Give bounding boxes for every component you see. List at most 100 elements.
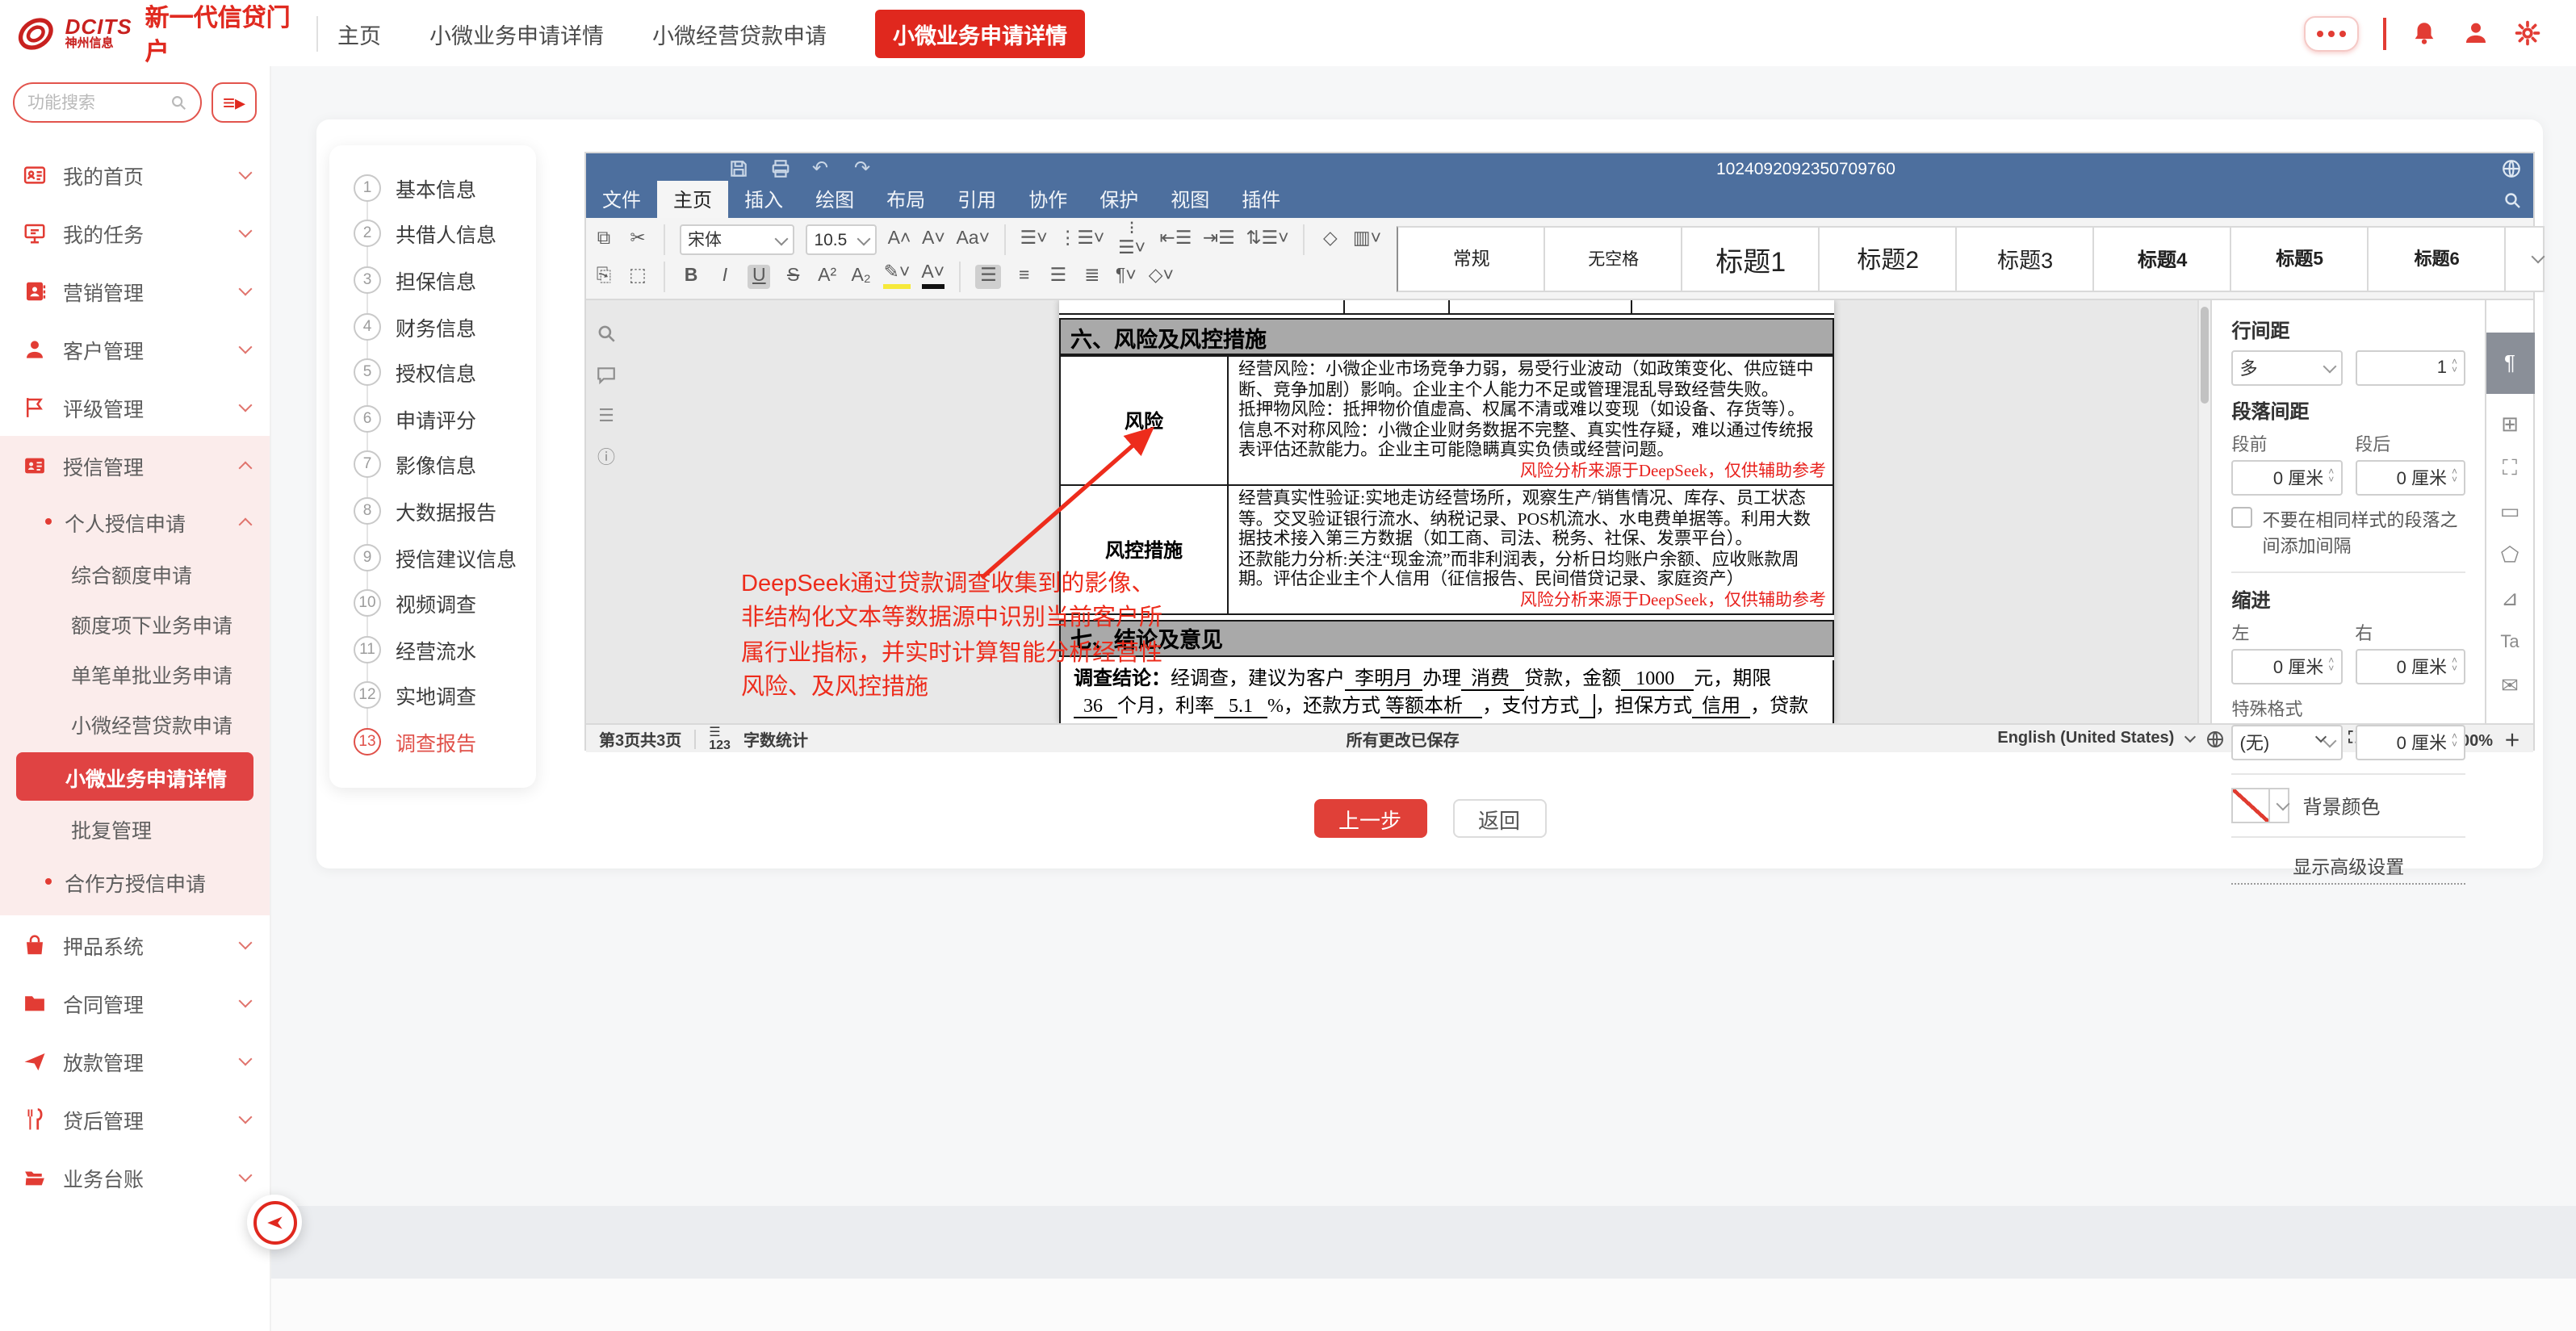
- sidebar-item-my-tasks[interactable]: 我的任务: [0, 203, 270, 262]
- style-heading5[interactable]: 标题5: [2232, 225, 2369, 291]
- cut-icon[interactable]: ✂: [626, 231, 649, 249]
- step-authorization-info[interactable]: 5授权信息: [329, 349, 536, 396]
- multilevel-list-icon[interactable]: ⁝☰˅: [1116, 221, 1149, 258]
- step-survey-report-active[interactable]: 13调查报告: [329, 718, 536, 764]
- style-gallery-expand[interactable]: [2507, 225, 2545, 291]
- sidebar-item-rating[interactable]: 评级管理: [0, 378, 270, 436]
- align-left-icon[interactable]: ☰: [975, 265, 1002, 290]
- underline-icon[interactable]: U: [748, 265, 771, 290]
- style-heading4[interactable]: 标题4: [2095, 225, 2232, 291]
- show-advanced-settings-link[interactable]: 显示高级设置: [2232, 854, 2466, 885]
- sidebar-item-single-batch-apply[interactable]: 单笔单批业务申请: [0, 649, 270, 699]
- sidebar-item-credit-management[interactable]: 授信管理: [0, 436, 270, 494]
- sidebar-item-contracts[interactable]: 合同管理: [0, 973, 270, 1032]
- doc-headings-icon[interactable]: ☰: [596, 407, 617, 428]
- nav-tab-micro-detail[interactable]: 小微业务申请详情: [429, 17, 604, 49]
- special-format-select[interactable]: (无): [2232, 725, 2343, 760]
- highlight-color-icon[interactable]: ✎˅: [884, 266, 911, 289]
- line-spacing-stepper[interactable]: 1˄˅: [2355, 350, 2465, 386]
- same-style-checkbox[interactable]: [2232, 507, 2253, 528]
- font-name-select[interactable]: 宋体: [680, 224, 794, 255]
- paragraph-marks-icon[interactable]: ¶˅: [1115, 268, 1137, 287]
- step-bigdata-report[interactable]: 8大数据报告: [329, 488, 536, 534]
- sidebar-item-ledger[interactable]: 业务台账: [0, 1148, 270, 1206]
- font-color-icon[interactable]: A˅: [921, 266, 945, 289]
- style-heading2[interactable]: 标题2: [1820, 225, 1958, 291]
- sidebar-item-my-home[interactable]: 我的首页: [0, 145, 270, 203]
- doc-comment-icon[interactable]: [596, 365, 617, 386]
- sidebar-item-micro-detail-active[interactable]: 小微业务申请详情: [16, 752, 253, 801]
- sidebar-item-collateral[interactable]: 押品系统: [0, 915, 270, 973]
- spellcheck-globe-icon[interactable]: [2205, 729, 2224, 748]
- shading-icon[interactable]: ◇: [1319, 231, 1342, 249]
- color-scale-icon[interactable]: ▥˅: [1353, 231, 1381, 249]
- grow-font-icon[interactable]: A˄: [888, 231, 911, 249]
- previous-step-button[interactable]: 上一步: [1313, 799, 1426, 838]
- indent-right-stepper[interactable]: 0 厘米˄˅: [2355, 649, 2465, 684]
- step-coborrower-info[interactable]: 2共借人信息: [329, 211, 536, 257]
- sidebar-item-composite-limit-apply[interactable]: 综合额度申请: [0, 549, 270, 599]
- redo-icon[interactable]: ↷: [854, 158, 875, 179]
- sidebar-item-partner-credit-apply[interactable]: 合作方授信申请: [0, 854, 270, 909]
- nav-tab-micro-loan-apply[interactable]: 小微经营贷款申请: [652, 17, 827, 49]
- bold-icon[interactable]: B: [680, 268, 702, 287]
- sidebar-item-customers[interactable]: 客户管理: [0, 320, 270, 378]
- strikethrough-icon[interactable]: S: [782, 268, 805, 287]
- style-heading6[interactable]: 标题6: [2369, 225, 2507, 291]
- return-button[interactable]: 返回: [1452, 799, 1546, 838]
- sidebar-item-marketing[interactable]: 营销管理: [0, 262, 270, 320]
- menu-tab-collaboration[interactable]: 协作: [1012, 181, 1083, 218]
- notification-bell-icon[interactable]: [2411, 19, 2438, 47]
- word-count-label[interactable]: 字数统计: [743, 726, 808, 751]
- paste-icon[interactable]: ⎘: [593, 268, 615, 287]
- step-credit-suggestion[interactable]: 9授信建议信息: [329, 534, 536, 580]
- undo-icon[interactable]: ↶: [812, 158, 833, 179]
- spacing-before-stepper[interactable]: 0 厘米˄˅: [2232, 460, 2343, 496]
- change-case-icon[interactable]: Aa˅: [956, 231, 989, 249]
- justify-icon[interactable]: ≣: [1081, 268, 1104, 287]
- copy-icon[interactable]: ⧉: [593, 231, 615, 249]
- zoom-in-icon[interactable]: ＋: [2504, 726, 2520, 751]
- special-format-stepper[interactable]: 0 厘米˄˅: [2355, 725, 2465, 760]
- increase-indent-icon[interactable]: ⇥☰: [1203, 231, 1234, 249]
- sidebar-collapse-button[interactable]: [247, 1195, 302, 1249]
- function-search-box[interactable]: [13, 82, 202, 123]
- menu-tab-references[interactable]: 引用: [941, 181, 1012, 218]
- style-normal[interactable]: 常规: [1397, 225, 1546, 291]
- more-actions-button[interactable]: [2304, 15, 2359, 51]
- step-basic-info[interactable]: 1基本信息: [329, 165, 536, 211]
- sidebar-item-approval-management[interactable]: 批复管理: [0, 804, 270, 854]
- indent-left-stepper[interactable]: 0 厘米˄˅: [2232, 649, 2343, 684]
- align-center-icon[interactable]: ≡: [1013, 268, 1036, 287]
- textart-panel-icon[interactable]: Ta: [2497, 630, 2523, 655]
- italic-icon[interactable]: I: [714, 268, 736, 287]
- shape-panel-icon[interactable]: ⬠: [2497, 542, 2523, 568]
- image-panel-icon[interactable]: ⛶: [2497, 455, 2523, 481]
- sidebar-item-under-limit-apply[interactable]: 额度项下业务申请: [0, 599, 270, 649]
- numbered-list-icon[interactable]: ⋮☰˅: [1058, 231, 1104, 249]
- shrink-font-icon[interactable]: A˅: [922, 231, 945, 249]
- step-image-info[interactable]: 7影像信息: [329, 442, 536, 488]
- superscript-icon[interactable]: A²: [816, 268, 839, 287]
- globe-icon[interactable]: [2501, 158, 2522, 179]
- sidebar-item-personal-credit-apply[interactable]: 个人授信申请: [0, 494, 270, 549]
- menu-toggle-button[interactable]: ≡▸: [212, 82, 257, 123]
- subscript-icon[interactable]: A₂: [850, 268, 873, 287]
- print-icon[interactable]: [770, 158, 791, 179]
- line-spacing-select[interactable]: 多: [2232, 350, 2343, 386]
- step-application-score[interactable]: 6申请评分: [329, 396, 536, 442]
- line-spacing-icon[interactable]: ⇅☰˅: [1246, 231, 1288, 249]
- sidebar-item-micro-loan-apply[interactable]: 小微经营贷款申请: [0, 699, 270, 749]
- align-right-icon[interactable]: ☰: [1047, 268, 1070, 287]
- font-size-select[interactable]: 10.5: [806, 224, 876, 255]
- mailmerge-panel-icon[interactable]: ✉: [2497, 673, 2523, 699]
- paragraph-panel-icon[interactable]: ¶: [2486, 333, 2534, 394]
- editor-search-icon[interactable]: [2503, 190, 2522, 210]
- decrease-indent-icon[interactable]: ⇤☰: [1159, 231, 1191, 249]
- save-icon[interactable]: [728, 158, 749, 179]
- menu-tab-draw[interactable]: 绘图: [799, 181, 870, 218]
- fill-color-icon[interactable]: ◇˅: [1149, 268, 1174, 287]
- language-selector[interactable]: English (United States): [1997, 730, 2174, 747]
- style-heading1[interactable]: 标题1: [1683, 225, 1820, 291]
- step-business-flow[interactable]: 11经营流水: [329, 626, 536, 672]
